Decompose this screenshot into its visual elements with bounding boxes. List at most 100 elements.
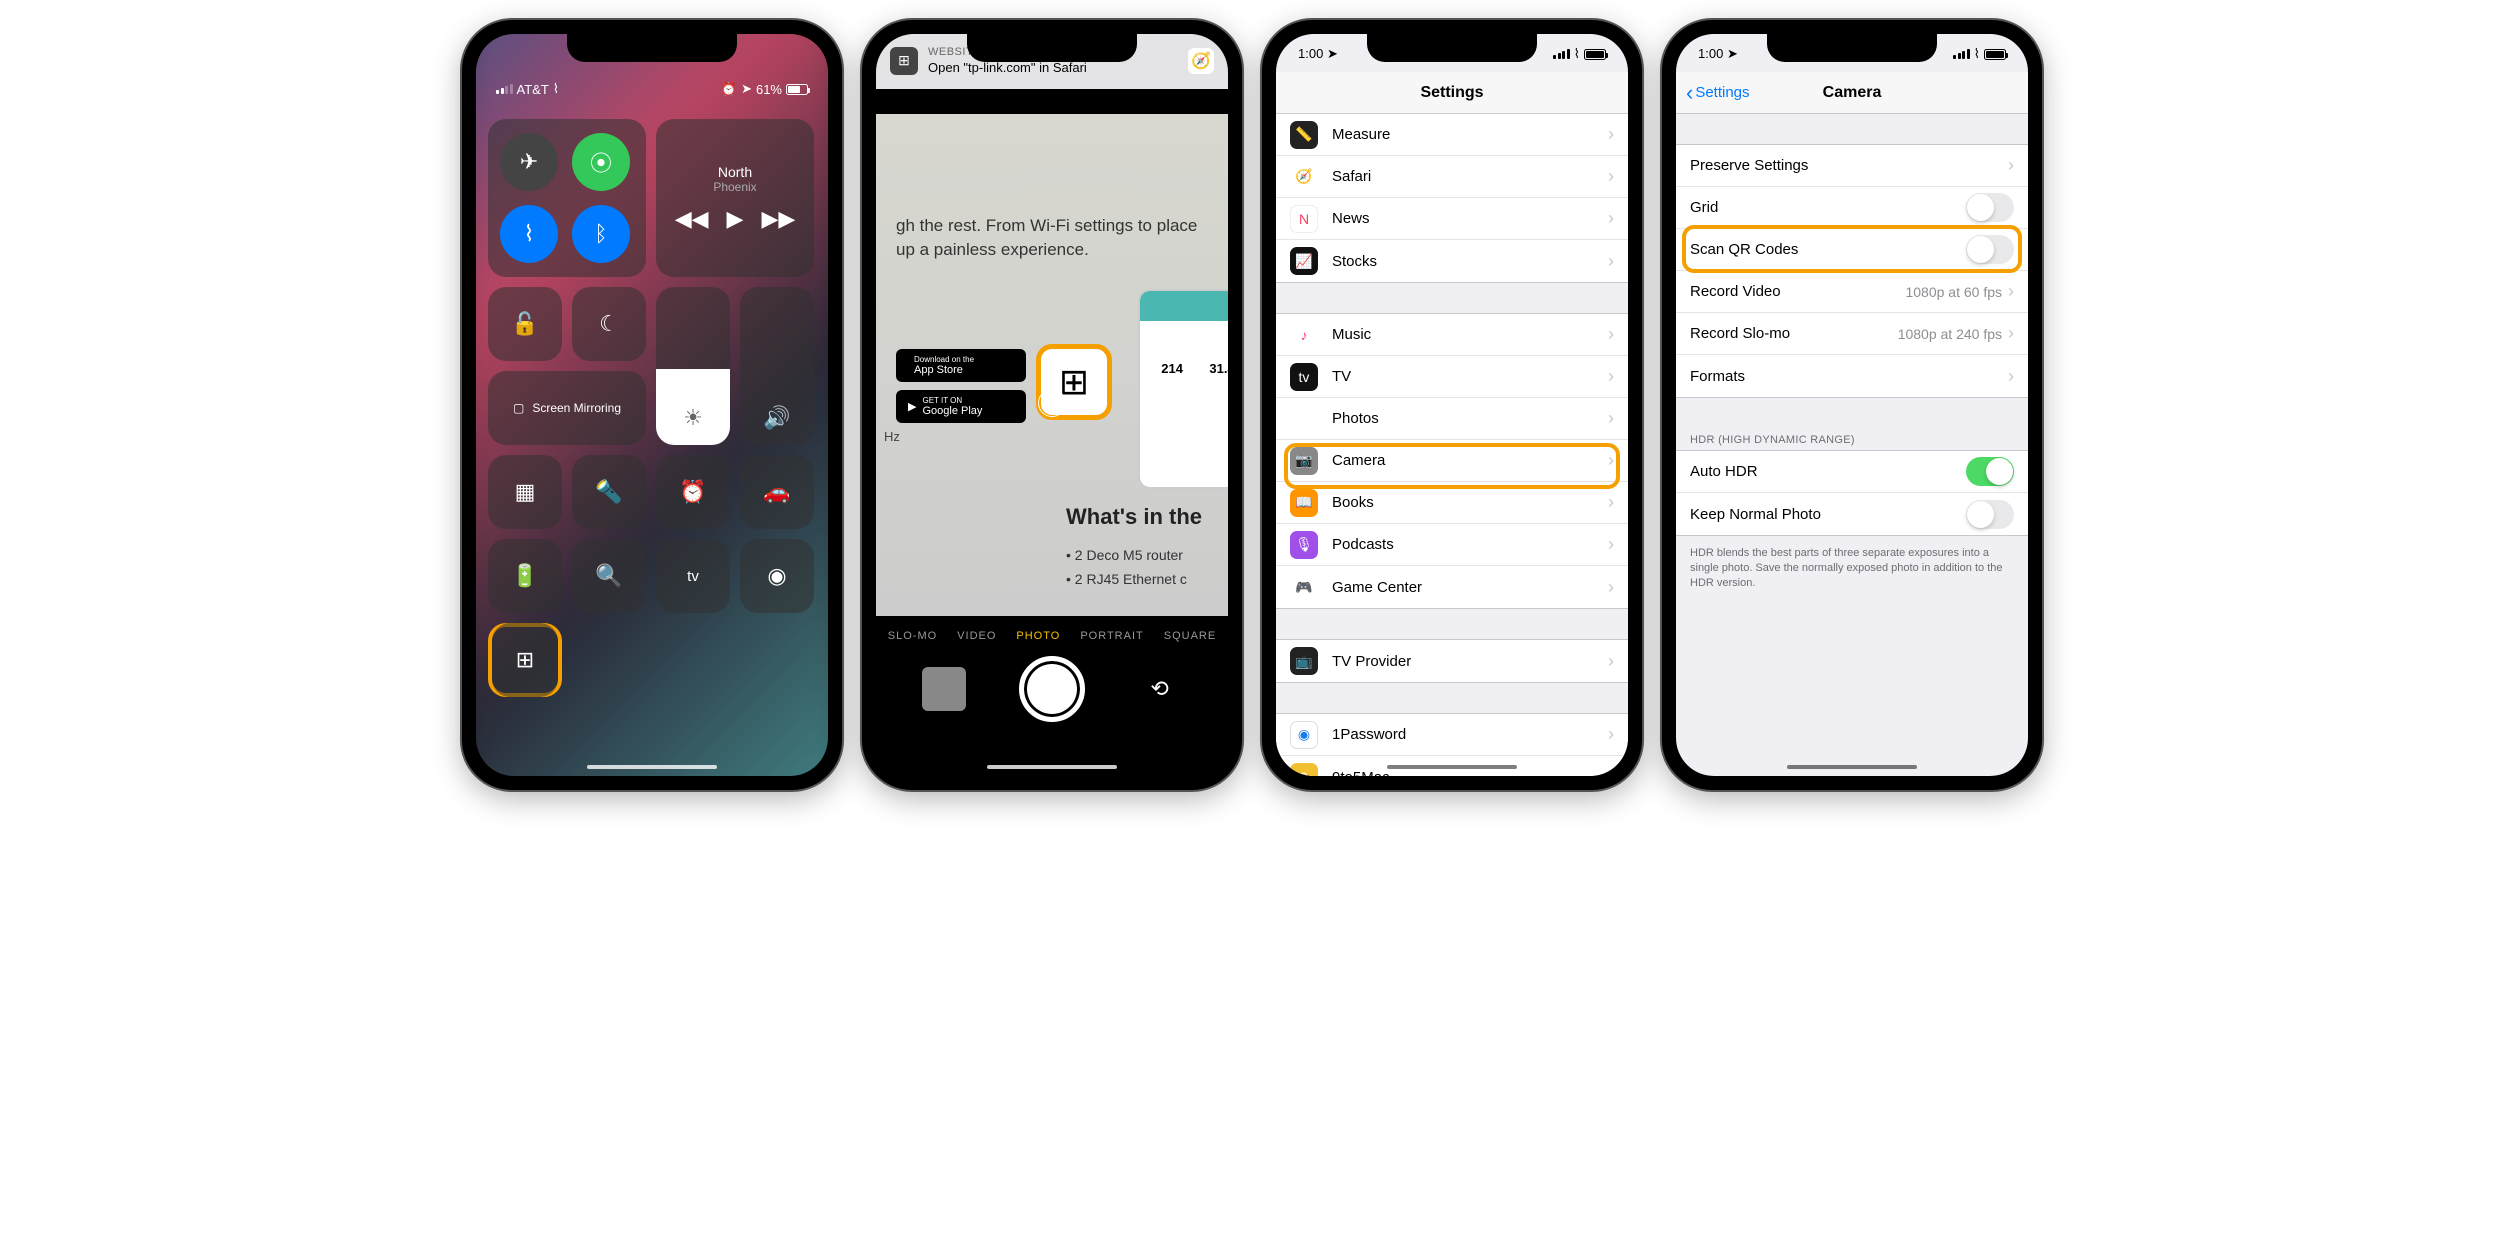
chevron-right-icon: › (1608, 450, 1614, 471)
alarm-icon: ⏰ (721, 81, 737, 97)
brightness-slider[interactable]: ☀ (656, 287, 730, 445)
wifi-icon: ⌇ (1974, 46, 1980, 62)
do-not-disturb-icon[interactable]: ☾ (572, 287, 646, 361)
signal-icon (1953, 49, 1970, 59)
wifi-toggle-icon[interactable]: ⌇ (500, 205, 558, 263)
grid-toggle[interactable] (1966, 193, 2014, 222)
next-icon[interactable]: ▶▶ (761, 206, 795, 232)
phone-control-center: AT&T ⌇ ⏰ ➤ 61% ✈ ⦿ ⌇ ᛒ North Phoen (462, 20, 842, 790)
row-record-slomo[interactable]: Record Slo-mo1080p at 240 fps› (1676, 313, 2028, 355)
phone-camera-qr: ⊞ WEBSITE QR CODE Open "tp-link.com" in … (862, 20, 1242, 790)
chevron-right-icon: › (1608, 577, 1614, 598)
notch (1767, 34, 1937, 62)
row-auto-hdr[interactable]: Auto HDR (1676, 451, 2028, 493)
location-icon: ➤ (1327, 46, 1338, 61)
settings-row-measure[interactable]: 📏Measure› (1276, 114, 1628, 156)
chevron-right-icon: › (1608, 208, 1614, 229)
settings-row-books[interactable]: 📖Books› (1276, 482, 1628, 524)
brightness-icon: ☀ (683, 405, 703, 431)
settings-row-safari[interactable]: 🧭Safari› (1276, 156, 1628, 198)
settings-row-music[interactable]: ♪Music› (1276, 314, 1628, 356)
magnifier-icon[interactable]: 🔍 (572, 539, 646, 613)
keep-normal-toggle[interactable] (1966, 500, 2014, 529)
airplane-icon[interactable]: ✈ (500, 133, 558, 191)
settings-row-news[interactable]: NNews› (1276, 198, 1628, 240)
settings-row-tv[interactable]: tvTV› (1276, 356, 1628, 398)
flashlight-icon[interactable]: 🔦 (572, 455, 646, 529)
row-formats[interactable]: Formats› (1676, 355, 2028, 397)
mode-square[interactable]: SQUARE (1164, 630, 1216, 642)
battery-icon (786, 84, 808, 95)
play-icon[interactable]: ▶ (727, 206, 744, 232)
row-grid[interactable]: Grid (1676, 187, 2028, 229)
settings-row-photos[interactable]: 🏵Photos› (1276, 398, 1628, 440)
volume-icon: 🔊 (763, 405, 790, 431)
mode-photo[interactable]: PHOTO (1016, 630, 1060, 642)
settings-row-1password[interactable]: ◉1Password› (1276, 714, 1628, 756)
chevron-right-icon: › (1608, 366, 1614, 387)
row-preserve-settings[interactable]: Preserve Settings› (1676, 145, 2028, 187)
track-artist: Phoenix (713, 180, 756, 194)
mode-slomo[interactable]: SLO-MO (888, 630, 937, 642)
home-indicator[interactable] (1787, 765, 1917, 769)
row-keep-normal[interactable]: Keep Normal Photo (1676, 493, 2028, 535)
battery-icon (1584, 49, 1606, 60)
mode-portrait[interactable]: PORTRAIT (1080, 630, 1143, 642)
connectivity-tile[interactable]: ✈ ⦿ ⌇ ᛒ (488, 119, 646, 277)
notch (1367, 34, 1537, 62)
orientation-lock-icon[interactable]: 🔓 (488, 287, 562, 361)
scan-qr-toggle[interactable] (1966, 235, 2014, 264)
row-record-video[interactable]: Record Video1080p at 60 fps› (1676, 271, 2028, 313)
track-title: North (718, 164, 752, 180)
now-playing-tile[interactable]: North Phoenix ◀◀ ▶ ▶▶ (656, 119, 814, 277)
settings-row-tv-provider[interactable]: 📺TV Provider› (1276, 640, 1628, 682)
auto-hdr-toggle[interactable] (1966, 457, 2014, 486)
chevron-right-icon: › (1608, 324, 1614, 345)
car-icon[interactable]: 🚗 (740, 455, 814, 529)
qr-scanner-icon[interactable]: ⊞ (492, 623, 558, 697)
camera-modes[interactable]: SLO-MO VIDEO PHOTO PORTRAIT SQUARE (876, 616, 1228, 656)
calculator-icon[interactable]: ▦ (488, 455, 562, 529)
chevron-right-icon: › (1608, 166, 1614, 187)
mode-video[interactable]: VIDEO (957, 630, 996, 642)
last-photo-thumbnail[interactable] (922, 667, 966, 711)
flip-camera-icon[interactable]: ⟲ (1138, 667, 1182, 711)
wifi-icon: ⌇ (1574, 46, 1580, 62)
home-indicator[interactable] (587, 765, 717, 769)
chevron-right-icon: › (1608, 724, 1614, 745)
back-button[interactable]: ‹Settings (1686, 80, 1750, 106)
apple-tv-icon[interactable]: tv (656, 539, 730, 613)
settings-row-podcasts[interactable]: 🎙Podcasts› (1276, 524, 1628, 566)
chevron-right-icon: › (1608, 651, 1614, 672)
home-indicator[interactable] (987, 765, 1117, 769)
settings-row-game-center[interactable]: 🎮Game Center› (1276, 566, 1628, 608)
google-play-badge: ▶GET IT ONGoogle Play (896, 390, 1026, 423)
low-power-icon[interactable]: 🔋 (488, 539, 562, 613)
phone-settings-list: 1:00 ➤ ⌇ Settings 📏Measure› 🧭Safari› NNe… (1262, 20, 1642, 790)
home-indicator[interactable] (1387, 765, 1517, 769)
settings-row-camera[interactable]: 📷Camera› (1276, 440, 1628, 482)
zoom-indicator[interactable]: 1× (1038, 389, 1066, 417)
nav-bar: Settings (1276, 72, 1628, 114)
row-scan-qr[interactable]: Scan QR Codes (1676, 229, 2028, 271)
notch (567, 34, 737, 62)
signal-icon (1553, 49, 1570, 59)
screen-mirroring-tile[interactable]: ▢ Screen Mirroring (488, 371, 646, 445)
page-title: Settings (1420, 84, 1483, 102)
qr-icon: ⊞ (890, 47, 918, 75)
status-bar: AT&T ⌇ ⏰ ➤ 61% (476, 69, 828, 109)
chevron-right-icon: › (2008, 366, 2014, 387)
chevron-right-icon: › (1608, 492, 1614, 513)
prev-icon[interactable]: ◀◀ (675, 206, 709, 232)
bluetooth-icon[interactable]: ᛒ (572, 205, 630, 263)
chevron-right-icon: › (2008, 323, 2014, 344)
banner-subtitle: Open "tp-link.com" in Safari (928, 60, 1188, 75)
hdr-section-header: HDR (HIGH DYNAMIC RANGE) (1676, 428, 2028, 450)
screen-record-icon[interactable]: ◉ (740, 539, 814, 613)
cellular-icon[interactable]: ⦿ (572, 133, 630, 191)
timer-icon[interactable]: ⏰ (656, 455, 730, 529)
settings-row-stocks[interactable]: 📈Stocks› (1276, 240, 1628, 282)
shutter-button[interactable] (1019, 656, 1085, 722)
volume-slider[interactable]: 🔊 (740, 287, 814, 445)
hdr-footer: HDR blends the best parts of three separ… (1676, 540, 2028, 597)
